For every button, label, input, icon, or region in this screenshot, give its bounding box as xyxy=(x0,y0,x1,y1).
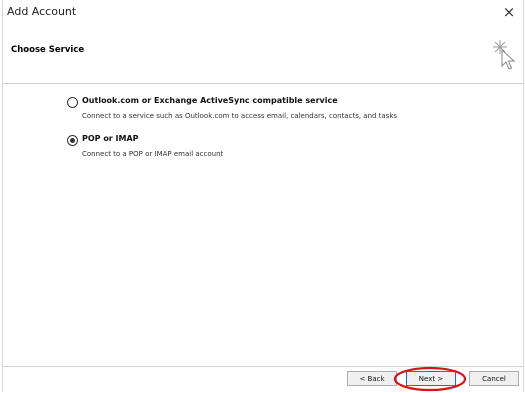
page-title: Choose Service xyxy=(11,45,85,55)
option-label: POP or IMAP xyxy=(82,134,139,143)
radio-exchange-activesync[interactable] xyxy=(67,97,78,108)
close-button[interactable]: × xyxy=(499,2,519,22)
next-button[interactable]: Next > xyxy=(406,371,456,386)
back-button[interactable]: < Back xyxy=(347,371,397,386)
radio-pop-imap[interactable] xyxy=(67,135,78,146)
cancel-button[interactable]: Cancel xyxy=(469,371,519,386)
content-area: Outlook.com or Exchange ActiveSync compa… xyxy=(3,84,523,366)
option-description: Connect to a service such as Outlook.com… xyxy=(82,112,398,120)
title-bar: Add Account × xyxy=(3,0,523,28)
dialog-header: Choose Service xyxy=(3,28,523,84)
add-account-dialog: Add Account × Choose Service Outlook.com… xyxy=(2,0,524,392)
window-title: Add Account xyxy=(7,5,77,18)
wizard-sparkle-cursor-icon xyxy=(493,40,516,70)
dialog-footer: < Back Next > Cancel xyxy=(3,366,523,392)
option-description: Connect to a POP or IMAP email account xyxy=(82,150,224,158)
option-label: Outlook.com or Exchange ActiveSync compa… xyxy=(82,96,338,105)
